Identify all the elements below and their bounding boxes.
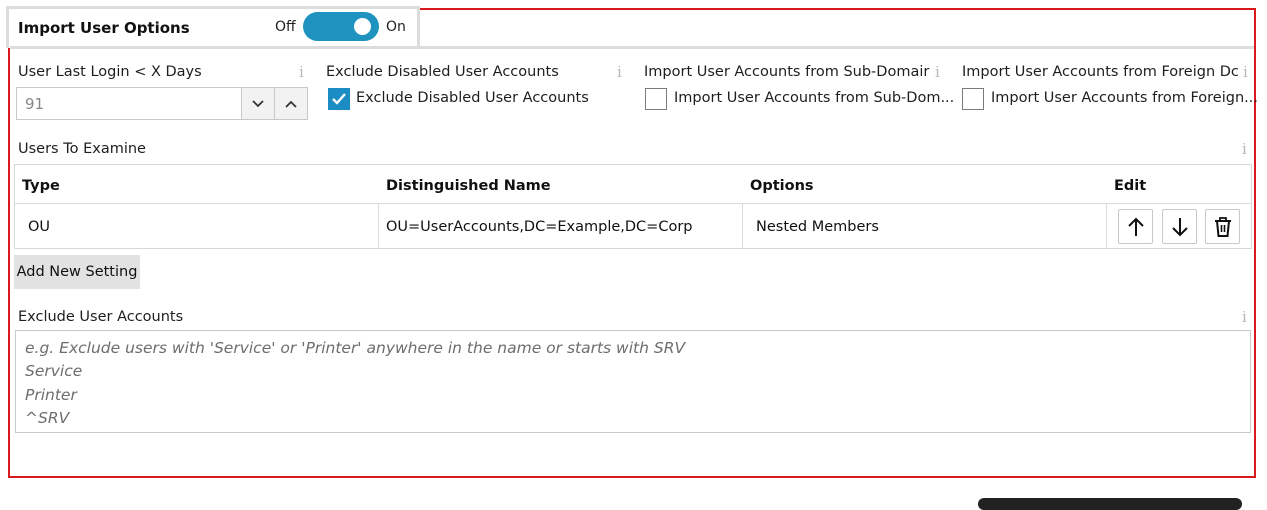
toggle-off-label: Off: [275, 19, 296, 35]
delete-button[interactable]: [1205, 209, 1240, 244]
exclude-accounts-label: Exclude User Accounts: [18, 309, 184, 325]
chevron-down-icon: [252, 99, 264, 107]
sub-domain-checkbox[interactable]: [645, 88, 667, 110]
row-options: Nested Members: [756, 219, 879, 235]
info-icon[interactable]: i: [935, 63, 940, 81]
foreign-dc-checkbox[interactable]: [962, 88, 984, 110]
exclude-accounts-entry: Service: [25, 362, 83, 380]
chevron-up-icon: [285, 100, 297, 108]
column-header-options: Options: [750, 178, 814, 194]
increment-button[interactable]: [274, 88, 307, 119]
exclude-disabled-checkbox[interactable]: [328, 88, 350, 110]
last-login-label: User Last Login < X Days: [18, 64, 202, 80]
exclude-accounts-textarea[interactable]: e.g. Exclude users with 'Service' or 'Pr…: [15, 330, 1251, 433]
header-divider: [10, 46, 1254, 49]
users-to-examine-table: Type Distinguished Name Options Edit OU …: [14, 164, 1252, 249]
row-distinguished-name: OU=UserAccounts,DC=Example,DC=Corp: [386, 219, 693, 235]
info-icon[interactable]: i: [617, 63, 622, 81]
column-header-type: Type: [22, 178, 60, 194]
column-header-distinguished-name: Distinguished Name: [386, 178, 551, 194]
foreign-dc-label: Import User Accounts from Foreign Dc: [962, 64, 1239, 80]
move-down-button[interactable]: [1162, 209, 1197, 244]
info-icon[interactable]: i: [1242, 140, 1247, 158]
last-login-stepper: 91: [16, 87, 308, 120]
add-new-setting-button[interactable]: Add New Setting: [14, 255, 140, 289]
info-icon[interactable]: i: [1243, 63, 1248, 81]
exclude-disabled-checkbox-label[interactable]: Exclude Disabled User Accounts: [356, 90, 589, 106]
sub-domain-checkbox-label[interactable]: Import User Accounts from Sub-Dom...: [674, 90, 954, 106]
toggle-on-label: On: [386, 19, 406, 35]
info-icon[interactable]: i: [1242, 308, 1247, 326]
decrement-button[interactable]: [241, 88, 274, 119]
footer-element: [978, 498, 1242, 510]
arrow-up-icon: [1127, 217, 1144, 236]
foreign-dc-checkbox-label[interactable]: Import User Accounts from Foreign...: [991, 90, 1258, 106]
section-title: Import User Options: [18, 19, 190, 37]
exclude-accounts-entry: Printer: [25, 386, 77, 404]
users-to-examine-label: Users To Examine: [18, 141, 146, 157]
column-header-edit: Edit: [1114, 178, 1147, 194]
arrow-down-icon: [1171, 217, 1188, 236]
last-login-input[interactable]: 91: [25, 95, 44, 113]
exclude-disabled-label: Exclude Disabled User Accounts: [326, 64, 559, 80]
sub-domain-label: Import User Accounts from Sub-Domair: [644, 64, 930, 80]
exclude-accounts-entry: ^SRV: [25, 409, 70, 427]
import-user-options-toggle[interactable]: [303, 12, 379, 41]
toggle-knob: [354, 18, 371, 35]
move-up-button[interactable]: [1118, 209, 1153, 244]
row-type: OU: [28, 219, 51, 235]
info-icon[interactable]: i: [299, 63, 304, 81]
exclude-accounts-hint: e.g. Exclude users with 'Service' or 'Pr…: [25, 339, 686, 357]
table-cell: [15, 203, 379, 249]
trash-icon: [1214, 216, 1231, 237]
checkmark-icon: [332, 93, 346, 105]
